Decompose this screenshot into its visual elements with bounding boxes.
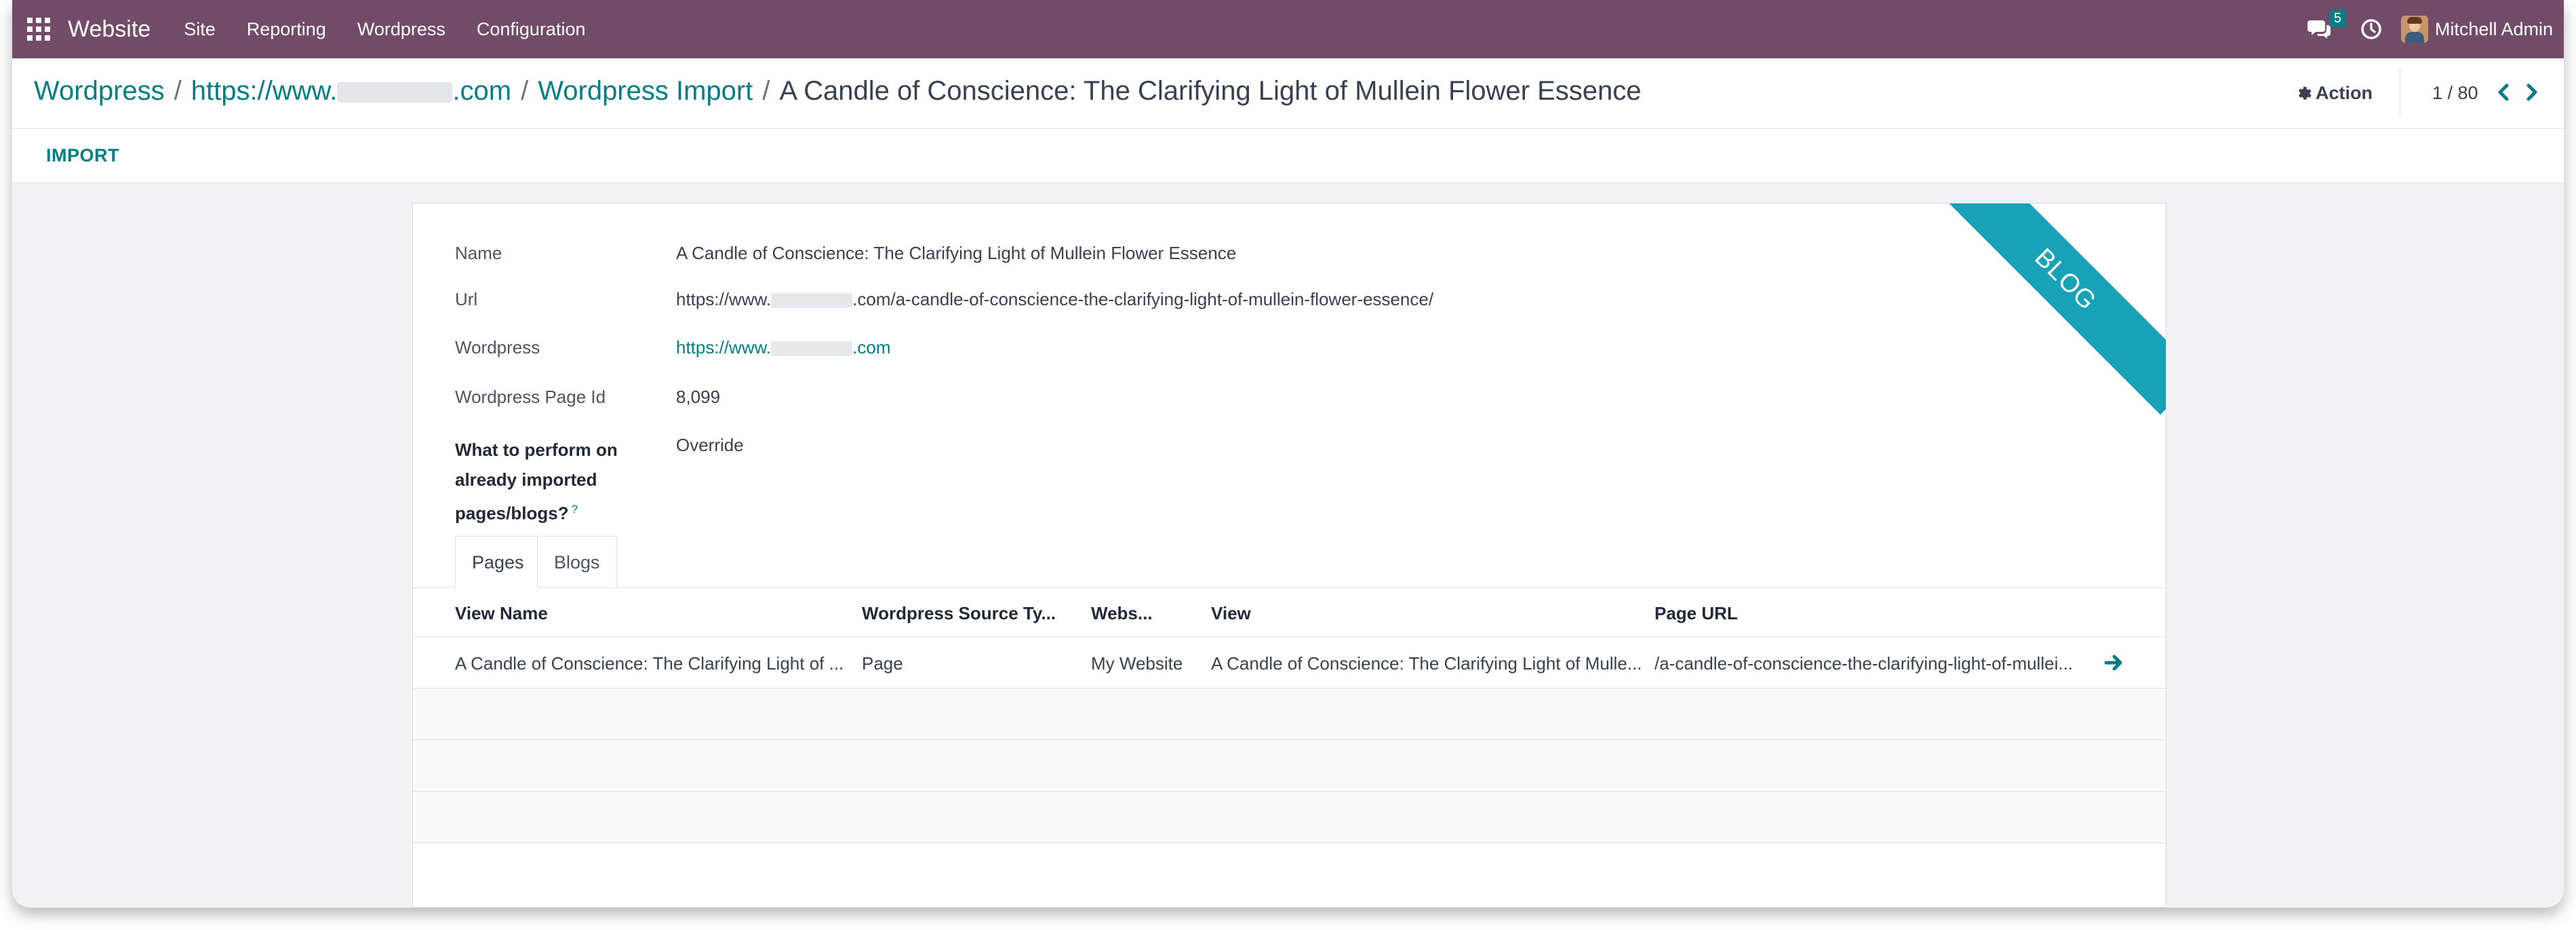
menu-wordpress[interactable]: Wordpress xyxy=(357,19,445,40)
empty-row xyxy=(413,792,2166,843)
redacted-domain xyxy=(337,82,453,103)
arrow-right-icon[interactable] xyxy=(2104,653,2124,672)
page-id-label: Wordpress Page Id xyxy=(455,387,606,407)
form-statusbar: IMPORT xyxy=(12,129,2564,183)
tab-blogs[interactable]: Blogs xyxy=(538,536,617,588)
breadcrumb-current-record: A Candle of Conscience: The Clarifying L… xyxy=(779,76,1642,106)
table-row[interactable]: A Candle of Conscience: The Clarifying L… xyxy=(413,637,2166,689)
action-label: Action xyxy=(2316,83,2373,103)
cell-source-type: Page xyxy=(862,653,903,674)
breadcrumb-site[interactable]: https://www. .com xyxy=(191,76,511,106)
column-view[interactable]: View xyxy=(1211,603,1251,624)
help-icon[interactable]: ? xyxy=(572,503,578,516)
breadcrumb-separator: / xyxy=(174,76,182,106)
breadcrumb-wordpress[interactable]: Wordpress xyxy=(34,76,165,106)
perform-label-text: What to perform on already imported page… xyxy=(455,440,618,524)
breadcrumb-site-suffix: .com xyxy=(452,76,512,106)
messages-icon[interactable]: 5 xyxy=(2307,9,2347,39)
name-field[interactable]: A Candle of Conscience: The Clarifying L… xyxy=(676,243,1236,264)
cell-website: My Website xyxy=(1091,653,1183,674)
empty-row xyxy=(413,740,2166,792)
user-name[interactable]: Mitchell Admin xyxy=(2435,19,2553,40)
breadcrumb-site-prefix: https://www. xyxy=(191,76,338,106)
activity-clock-icon[interactable] xyxy=(2360,18,2382,40)
breadcrumb-separator: / xyxy=(521,76,529,106)
blog-ribbon: BLOG xyxy=(1930,204,2166,415)
chevron-right-icon[interactable] xyxy=(2522,81,2541,103)
user-avatar[interactable] xyxy=(2400,16,2428,43)
url-field[interactable]: https://www. .com/a-candle-of-conscience-… xyxy=(676,289,1433,310)
perform-label: What to perform on already imported page… xyxy=(455,435,658,528)
action-menu-button[interactable]: Action xyxy=(2295,83,2373,104)
pager-value[interactable]: 1 / 80 xyxy=(2432,83,2478,104)
column-view-name[interactable]: View Name xyxy=(455,603,548,624)
form-sheet: BLOG Name A Candle of Conscience: The Cl… xyxy=(412,203,2166,908)
wordpress-label: Wordpress xyxy=(455,337,540,357)
redacted-domain xyxy=(771,341,853,357)
cell-view-name: A Candle of Conscience: The Clarifying L… xyxy=(455,653,844,674)
cell-view: A Candle of Conscience: The Clarifying L… xyxy=(1211,653,1642,674)
app-window: Website Site Reporting Wordpress Configu… xyxy=(12,0,2564,908)
menu-configuration[interactable]: Configuration xyxy=(477,19,586,40)
menu-site[interactable]: Site xyxy=(184,19,216,40)
url-suffix: .com/a-candle-of-conscience-the-clarifyi… xyxy=(852,289,1434,309)
navbar-systray: 5 Mitchell Admin xyxy=(2307,0,2553,58)
column-website[interactable]: Webs... xyxy=(1091,603,1153,624)
breadcrumb-wordpress-import[interactable]: Wordpress Import xyxy=(538,76,753,106)
breadcrumb: Wordpress / https://www. .com / Wordpress… xyxy=(34,76,1642,106)
column-page-url[interactable]: Page URL xyxy=(1654,603,1738,624)
perform-field[interactable]: Override xyxy=(676,435,744,456)
wordpress-prefix: https://www. xyxy=(676,337,772,357)
cell-page-url: /a-candle-of-conscience-the-clarifying-l… xyxy=(1654,653,2074,674)
messages-count-badge: 5 xyxy=(2329,9,2347,27)
url-label: Url xyxy=(455,289,478,309)
wordpress-link[interactable]: https://www. .com xyxy=(676,337,891,358)
breadcrumb-separator: / xyxy=(762,76,770,106)
page-id-field[interactable]: 8,099 xyxy=(676,387,720,408)
app-name[interactable]: Website xyxy=(68,16,151,43)
gear-icon xyxy=(2299,86,2312,100)
tab-pages[interactable]: Pages xyxy=(455,536,538,588)
apps-grid-icon[interactable] xyxy=(27,18,50,41)
empty-row xyxy=(413,689,2166,740)
name-label: Name xyxy=(455,243,502,263)
redacted-domain xyxy=(771,293,853,309)
column-source-type[interactable]: Wordpress Source Ty... xyxy=(862,603,1056,624)
import-button[interactable]: IMPORT xyxy=(46,145,119,166)
wordpress-suffix: .com xyxy=(852,337,891,357)
menu-reporting[interactable]: Reporting xyxy=(247,19,326,40)
notebook-tabs: Pages Blogs xyxy=(413,536,2166,588)
control-panel: Wordpress / https://www. .com / Wordpress… xyxy=(12,58,2564,129)
pages-table: View Name Wordpress Source Ty... Webs...… xyxy=(413,588,2166,843)
top-navbar: Website Site Reporting Wordpress Configu… xyxy=(12,0,2564,58)
url-prefix: https://www. xyxy=(676,289,772,309)
table-header: View Name Wordpress Source Ty... Webs...… xyxy=(413,588,2166,637)
chevron-left-icon[interactable] xyxy=(2494,81,2513,103)
